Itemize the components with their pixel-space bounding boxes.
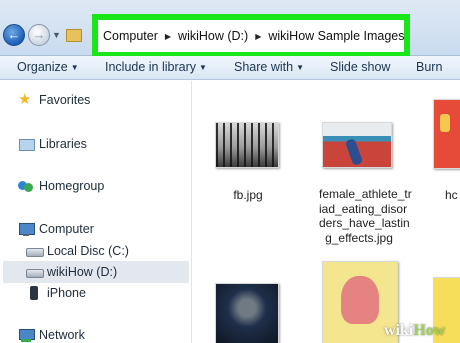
burn-button[interactable]: Burn — [416, 60, 442, 74]
sidebar-item-iphone[interactable]: iPhone — [26, 285, 86, 301]
address-bar-row: ← → ▼ Computer ▶ wikiHow (D:) ▶ wikiHow … — [0, 0, 460, 58]
sidebar-item-local-disc[interactable]: Local Disc (C:) — [26, 243, 129, 259]
recent-pages-dropdown[interactable]: ▼ — [52, 28, 62, 42]
hard-drive-icon — [26, 243, 44, 259]
sidebar-item-libraries[interactable]: Libraries — [18, 136, 87, 152]
breadcrumb-sample-images[interactable]: wikiHow Sample Images — [268, 29, 404, 43]
chevron-down-icon: ▼ — [70, 63, 79, 72]
sidebar-item-label: Local Disc (C:) — [47, 244, 129, 258]
breadcrumb-computer[interactable]: Computer — [103, 29, 158, 43]
sidebar-item-network[interactable]: Network — [18, 327, 85, 343]
computer-icon — [18, 221, 35, 237]
breadcrumb-wikihow-drive[interactable]: wikiHow (D:) — [178, 29, 248, 43]
wikihow-watermark: wikiHow — [384, 322, 446, 339]
image-thumbnail — [433, 99, 460, 169]
file-name-line: female_athlete_tr — [319, 187, 412, 201]
navigation-pane: ★ Favorites Libraries Homegroup Computer… — [0, 81, 192, 343]
folder-icon — [66, 26, 82, 42]
sidebar-item-label: Favorites — [39, 93, 91, 107]
sidebar-item-label: Homegroup — [39, 179, 105, 193]
include-in-library-menu[interactable]: Include in library ▼ — [105, 60, 207, 74]
forward-arrow-icon: → — [32, 27, 46, 42]
breadcrumb-separator-icon[interactable]: ▶ — [255, 32, 261, 41]
file-name-line: ders_have_lastin — [319, 216, 410, 230]
back-button[interactable]: ← — [3, 24, 25, 46]
share-with-label: Share with — [234, 60, 294, 74]
star-icon: ★ — [18, 91, 32, 108]
organize-label: Organize — [17, 60, 68, 74]
forward-button[interactable]: → — [28, 24, 50, 46]
command-toolbar: Organize ▼ Include in library ▼ Share with… — [0, 56, 460, 80]
image-thumbnail — [215, 122, 279, 168]
file-name-line: iad_eating_disor — [319, 201, 408, 216]
address-field[interactable]: Computer ▶ wikiHow (D:) ▶ wikiHow Sample… — [92, 14, 410, 58]
network-icon — [18, 327, 35, 343]
homegroup-icon — [18, 178, 34, 194]
share-with-menu[interactable]: Share with ▼ — [234, 60, 304, 74]
organize-menu[interactable]: Organize ▼ — [17, 60, 79, 74]
breadcrumb: Computer ▶ wikiHow (D:) ▶ wikiHow Sample… — [103, 29, 405, 43]
image-thumbnail — [215, 283, 279, 343]
sidebar-item-favorites[interactable]: ★ Favorites — [18, 92, 90, 108]
sidebar-item-label: Libraries — [39, 137, 87, 151]
image-thumbnail — [322, 122, 392, 168]
back-arrow-icon: ← — [7, 27, 21, 42]
file-name: fb.jpg — [233, 188, 263, 202]
sidebar-item-homegroup[interactable]: Homegroup — [18, 178, 104, 194]
breadcrumb-separator-icon[interactable]: ▶ — [165, 32, 171, 41]
library-icon — [18, 136, 35, 152]
file-name-line: g_effects.jpg — [325, 230, 393, 245]
file-list: fb.jpg female_athlete_tr iad_eating_diso… — [193, 81, 460, 343]
phone-icon — [26, 285, 42, 301]
sidebar-item-label: wikiHow (D:) — [47, 265, 118, 279]
file-name: female_athlete_tr iad_eating_disor ders_… — [319, 187, 412, 245]
sidebar-item-label: Computer — [39, 222, 94, 236]
slide-show-button[interactable]: Slide show — [330, 60, 390, 74]
chevron-down-icon: ▼ — [296, 63, 304, 72]
chevron-down-icon: ▼ — [199, 63, 207, 72]
sidebar-item-label: Network — [39, 328, 85, 342]
sidebar-item-computer[interactable]: Computer — [18, 221, 94, 237]
file-name: hc — [445, 188, 458, 202]
hard-drive-icon — [26, 264, 44, 280]
include-in-library-label: Include in library — [105, 60, 197, 74]
sidebar-item-label: iPhone — [47, 286, 86, 300]
sidebar-item-wikihow-drive[interactable]: wikiHow (D:) — [3, 261, 189, 283]
